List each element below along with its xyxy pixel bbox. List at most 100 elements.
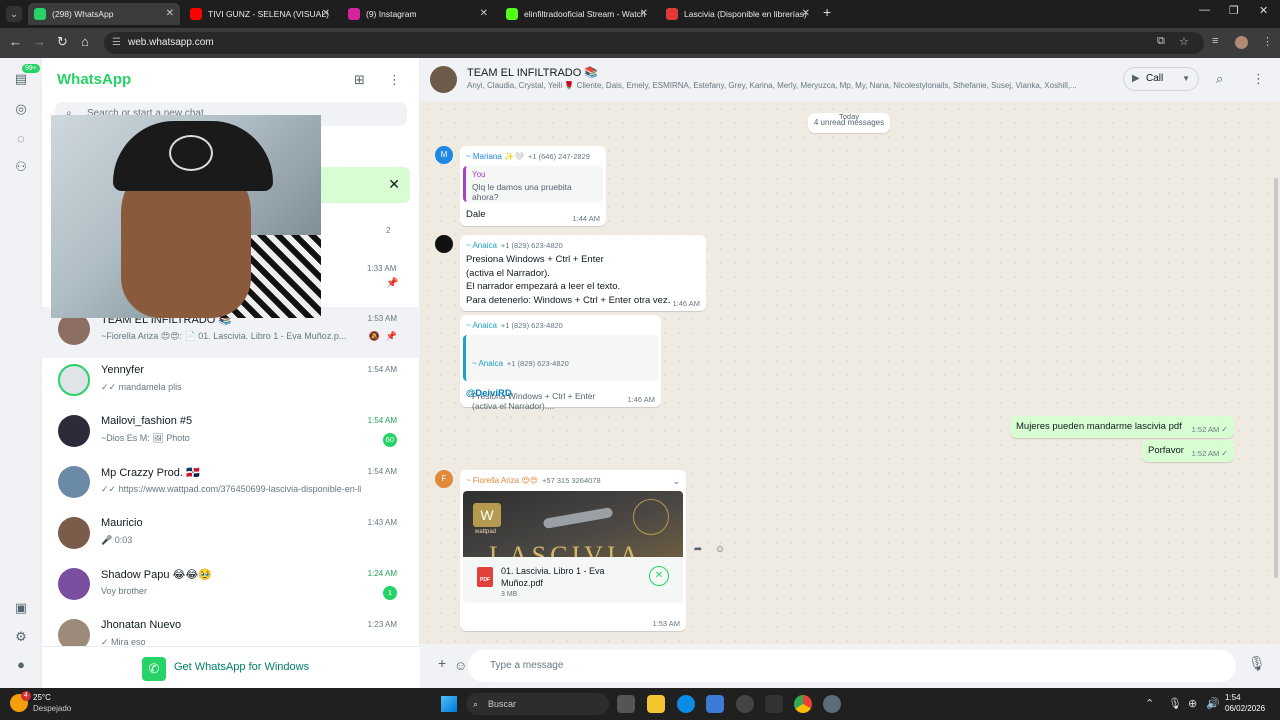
chevron-up-icon[interactable]: ⌃ — [1145, 697, 1154, 710]
sender-name: ~ Anaica +1 (829) 623-4820 — [466, 241, 563, 250]
chat-time: 1:54 AM — [367, 467, 397, 476]
close-tab-icon[interactable]: ✕ — [480, 3, 488, 25]
message-bubble[interactable]: ~ Anaica +1 (829) 623-4820 Presiona Windo… — [460, 235, 706, 311]
clock-date[interactable]: 06/02/2026 — [1225, 704, 1265, 713]
close-tab-icon[interactable]: ✕ — [640, 3, 648, 25]
task-view-icon[interactable] — [617, 695, 635, 713]
media-controls-icon[interactable]: ≡ — [1212, 35, 1218, 47]
sender-avatar[interactable] — [435, 235, 453, 253]
restore-icon[interactable]: ❐ — [1229, 4, 1239, 17]
get-app-link[interactable]: Get WhatsApp for Windows — [174, 661, 309, 673]
chat-item-jhonatan-nuevo[interactable]: Jhonatan Nuevo ✓ Mira eso 1:23 AM — [42, 613, 420, 646]
chat-item-mauricio[interactable]: Mauricio 🎤 0:03 1:43 AM — [42, 511, 420, 562]
forward-icon[interactable]: → — [33, 34, 46, 49]
tab-kick[interactable]: elinfiltradooficial Stream - Watch ✕ — [500, 3, 654, 25]
microphone-icon[interactable]: 🎙 — [1248, 655, 1266, 672]
communities-icon[interactable]: ⚇ — [12, 158, 30, 176]
outgoing-message[interactable]: Mujeres pueden mandarme lascivia pdf 1:5… — [1010, 416, 1234, 438]
tab-youtube[interactable]: TIVI GUNZ - SELENA (VISUAL) ✕ — [184, 3, 336, 25]
sender-avatar[interactable]: M — [435, 146, 453, 164]
tab-search-icon[interactable]: ⌄ — [6, 6, 22, 22]
new-tab-icon[interactable]: + — [823, 4, 831, 20]
edge-icon[interactable] — [677, 695, 695, 713]
message-input[interactable]: ☺ Type a message — [454, 650, 1236, 682]
forward-icon[interactable]: ➦ — [690, 542, 706, 558]
minimize-icon[interactable]: — — [1199, 4, 1210, 16]
quoted-message[interactable]: ~ Anaica +1 (829) 623-4820 Presiona Windo… — [463, 335, 658, 411]
address-bar[interactable]: ☰ web.whatsapp.com — [104, 32, 1204, 54]
document-cover[interactable]: W wattpad LASCIVIA — [463, 491, 683, 557]
volume-icon[interactable]: 🔊 — [1206, 697, 1220, 710]
chrome-menu-icon[interactable]: ⋮ — [1262, 35, 1273, 48]
profile-icon[interactable]: ● — [12, 656, 30, 674]
site-info-icon[interactable]: ☰ — [112, 32, 121, 54]
chevron-down-icon[interactable]: ⌄ — [672, 476, 680, 487]
chat-item-mp-crazzy-prod[interactable]: Mp Crazzy Prod. 🇩🇴 ✓✓ https://www.wattpa… — [42, 460, 420, 511]
reload-icon[interactable]: ↻ — [57, 34, 68, 50]
menu-dots-icon[interactable]: ⋮ — [388, 72, 401, 88]
react-emoji-icon[interactable]: ☺ — [712, 542, 728, 558]
get-whatsapp-banner[interactable]: ✆ Get WhatsApp for Windows — [42, 646, 420, 688]
install-app-icon[interactable]: ⧉ — [1157, 35, 1165, 48]
settings-gear-icon[interactable]: ⚙ — [12, 628, 30, 646]
settings-gear-icon[interactable] — [823, 695, 841, 713]
back-icon[interactable]: ← — [9, 34, 22, 49]
search-icon[interactable]: ⌕ — [1216, 71, 1223, 87]
scrollbar[interactable] — [1274, 178, 1278, 578]
mention-link[interactable]: @DeiviRD — [466, 387, 512, 401]
close-icon[interactable]: ✕ — [388, 176, 400, 193]
download-cancel-icon[interactable]: ✕ — [649, 566, 669, 586]
document-attachment[interactable]: PDF 01. Lascivia. Libro 1 - Eva Muñoz.pd… — [463, 557, 683, 603]
weather-description: Despejado — [33, 704, 72, 713]
chat-time: 1:54 AM — [367, 416, 397, 425]
conversation-header[interactable]: TEAM EL INFILTRADO 📚 Anyi, Claudia, Crys… — [420, 58, 1280, 102]
close-tab-icon[interactable]: ✕ — [322, 3, 330, 25]
avatar — [58, 364, 90, 396]
nav-rail: ▤ 99+ ◎ ◌ ⚇ ▣ ⚙ ● — [0, 58, 42, 688]
obs-icon[interactable] — [736, 695, 754, 713]
tab-wattpad[interactable]: Lascivia (Disponible en librerías) ✕ — [660, 3, 816, 25]
emoji-icon[interactable]: ☺ — [454, 650, 467, 682]
media-icon[interactable]: ▣ — [12, 599, 30, 617]
quote-text: Qlq le damos una pruebita ahora? — [472, 182, 572, 202]
tab-instagram[interactable]: (9) Instagram ✕ — [342, 3, 494, 25]
close-window-icon[interactable]: ✕ — [1259, 4, 1268, 17]
taskbar-search[interactable]: ⌕ Buscar — [466, 693, 609, 715]
microphone-tray-icon[interactable]: 🎙 — [1168, 697, 1182, 710]
store-icon[interactable] — [706, 695, 724, 713]
message-bubble[interactable]: ~ Mariana ✨🤍 +1 (646) 247-2829 You Qlq le… — [460, 146, 606, 226]
profile-avatar[interactable] — [1235, 36, 1248, 49]
whatsapp-favicon-icon — [34, 8, 46, 20]
bookmark-star-icon[interactable]: ☆ — [1179, 35, 1189, 48]
file-explorer-icon[interactable] — [647, 695, 665, 713]
channels-icon[interactable]: ◌ — [12, 130, 30, 148]
delivered-check-icon: ✓ — [1221, 449, 1228, 458]
tab-whatsapp[interactable]: (298) WhatsApp ✕ — [28, 3, 180, 25]
menu-dots-icon[interactable]: ⋮ — [1252, 71, 1265, 87]
chrome-icon[interactable] — [794, 695, 812, 713]
whatsapp-app: ▤ 99+ ◎ ◌ ⚇ ▣ ⚙ ● WhatsApp ⊞ ⋮ ⌕ Search … — [0, 58, 1280, 688]
chat-item-shadow-papu[interactable]: Shadow Papu 😂😂🥹 Voy brother 1:24 AM 1 — [42, 562, 420, 613]
sender-label: ~ Anaica — [466, 241, 497, 250]
chat-item-yennyfer[interactable]: Yennyfer ✓✓ mandamela plis 1:54 AM — [42, 358, 420, 409]
quoted-message[interactable]: You Qlq le damos una pruebita ahora? — [463, 166, 603, 202]
close-tab-icon[interactable]: ✕ — [166, 3, 174, 25]
chat-item-mailovi-fashion[interactable]: Mailovi_fashion #5 ~Dios Es M: 🖼 Photo 1… — [42, 409, 420, 460]
search-icon: ⌕ — [473, 699, 479, 709]
group-avatar[interactable] — [430, 66, 457, 93]
outgoing-message[interactable]: Porfavor 1:52 AM ✓ — [1142, 440, 1234, 462]
attach-plus-icon[interactable]: + — [438, 655, 446, 671]
network-icon[interactable]: ⊕ — [1188, 697, 1197, 710]
sender-avatar[interactable]: F — [435, 470, 453, 488]
document-message[interactable]: ~ Fiorella Ariza 😍😍 +57 315 3264078 ⌄ W w… — [460, 470, 686, 631]
message-bubble[interactable]: ~ Anaica +1 (829) 623-4820 ~ Anaica +1 (82… — [460, 315, 661, 411]
capcut-icon[interactable] — [765, 695, 783, 713]
chat-time: 1:43 AM — [367, 518, 397, 527]
home-icon[interactable]: ⌂ — [81, 34, 89, 49]
new-chat-icon[interactable]: ⊞ — [354, 72, 365, 88]
call-button[interactable]: ▶ Call ▼ — [1123, 67, 1199, 91]
clock-time[interactable]: 1:54 — [1225, 693, 1241, 702]
close-tab-icon[interactable]: ✕ — [802, 3, 810, 25]
windows-start-icon[interactable] — [441, 696, 457, 712]
status-icon[interactable]: ◎ — [12, 100, 30, 118]
